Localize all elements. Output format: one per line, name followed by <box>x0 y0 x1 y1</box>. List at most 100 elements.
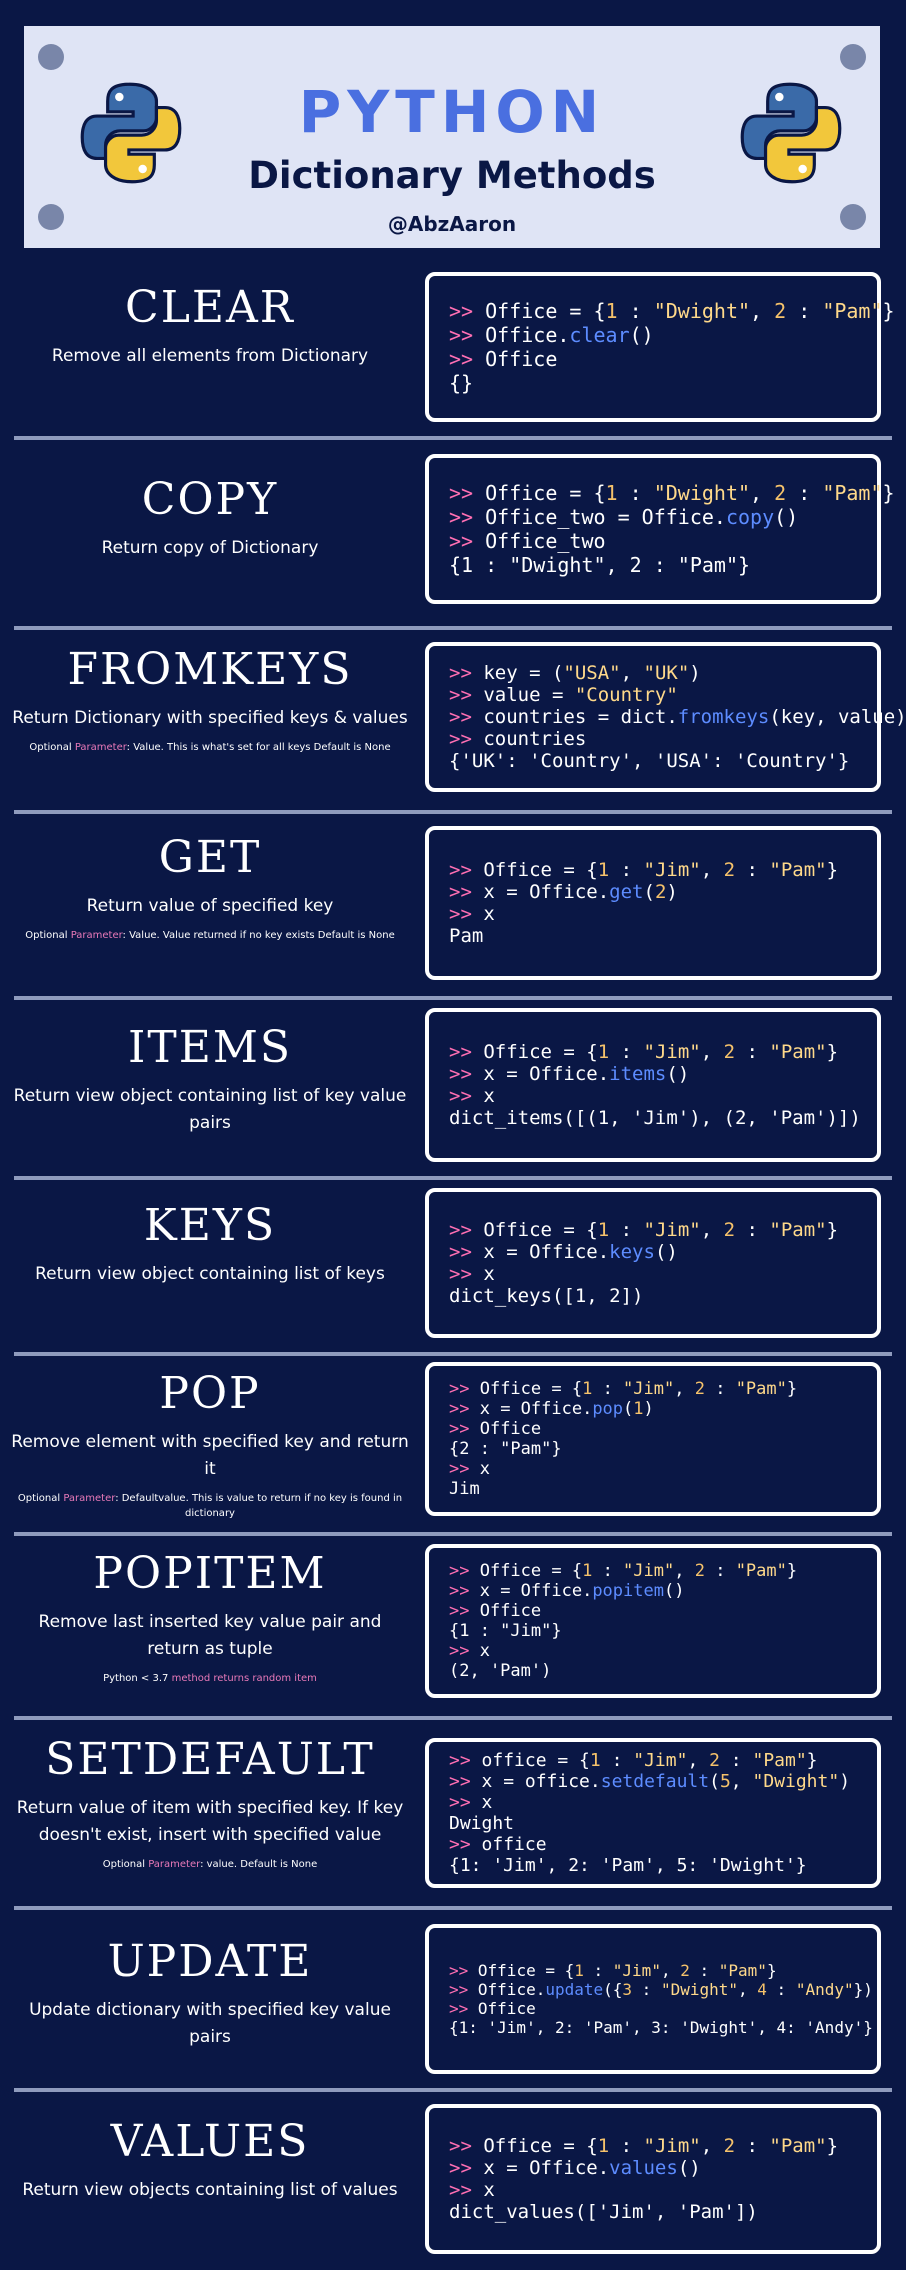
method-name: SETDEFAULT <box>45 1734 375 1785</box>
code-text: : <box>583 1961 613 1980</box>
method-name: COPY <box>141 474 279 525</box>
code-text: {2 : "Pam"} <box>449 1439 562 1459</box>
code-text: Office_two <box>485 529 606 553</box>
method-name: POPITEM <box>93 1548 327 1599</box>
code-text: : <box>704 1561 736 1581</box>
code-text: {1 : "Jim"} <box>449 1621 562 1641</box>
prompt-symbol: >> <box>449 1601 480 1621</box>
string-literal: "Jim" <box>643 859 701 881</box>
section-update: UPDATE Update dictionary with specified k… <box>0 1908 906 2086</box>
code-line: >> x = Office.items() <box>449 1063 877 1085</box>
code-line: dict_keys([1, 2]) <box>449 1285 877 1307</box>
code-example-popitem: >> Office = {1 : "Jim", 2 : "Pam"} >> x =… <box>425 1544 881 1698</box>
number-literal: 1 <box>582 1379 593 1399</box>
number-literal: 2 <box>723 2135 736 2157</box>
code-example-items: >> Office = {1 : "Jim", 2 : "Pam"} >> x =… <box>425 1008 881 1162</box>
string-literal: "Pam" <box>752 1750 807 1771</box>
code-line: >> x = office.setdefault(5, "Dwight") <box>449 1771 877 1792</box>
method-call: keys <box>609 1241 655 1263</box>
code-line: >> value = "Country" <box>449 684 877 706</box>
method-description: Remove element with specified key and re… <box>11 1432 409 1479</box>
code-text: x <box>483 903 495 925</box>
string-literal: "UK" <box>643 662 690 684</box>
code-text: } <box>766 1961 777 1980</box>
string-literal: "Jim" <box>643 1219 701 1241</box>
code-text: Pam <box>449 925 484 947</box>
code-line: {2 : "Pam"} <box>449 1439 877 1459</box>
code-text: x <box>481 1792 493 1813</box>
code-example-update: >> Office = {1 : "Jim", 2 : "Pam"} >> Off… <box>425 1924 881 2074</box>
code-text: , <box>750 299 775 323</box>
prompt-symbol: >> <box>449 2135 484 2157</box>
code-text: , <box>620 662 644 684</box>
section-divider <box>14 1176 892 1180</box>
method-description: Update dictionary with specified key val… <box>29 2000 391 2047</box>
code-text: : <box>735 2135 770 2157</box>
header-banner: PYTHON Dictionary Methods @AbzAaron <box>24 26 880 248</box>
number-literal: 2 <box>709 1750 720 1771</box>
code-text: dict_items([(1, 'Jim'), (2, 'Pam')]) <box>449 1107 861 1129</box>
method-description: Return value of specified key <box>86 896 334 916</box>
note-detail: : value. Default is None <box>200 1859 318 1870</box>
note-detail: : Value. This is what's set for all keys… <box>126 742 391 753</box>
code-text: x = Office. <box>479 1581 593 1601</box>
note-detail: : Value. Value returned if no key exists… <box>122 930 395 941</box>
section-setdefault: SETDEFAULT Return value of item with spec… <box>0 1718 906 1904</box>
code-text: (key, value) <box>769 706 906 728</box>
string-literal: "Jim" <box>612 1961 661 1980</box>
code-text: Office = { <box>483 2135 598 2157</box>
code-text: ( <box>709 1771 720 1792</box>
code-text: , <box>700 1219 724 1241</box>
method-name: VALUES <box>110 2116 310 2167</box>
code-line: >> x <box>449 903 877 925</box>
method-description: Return copy of Dictionary <box>101 538 319 558</box>
method-call: pop <box>592 1399 624 1419</box>
code-line: >> office = {1 : "Jim", 2 : "Pam"} <box>449 1750 877 1771</box>
string-literal: "Jim" <box>643 2135 701 2157</box>
section-divider <box>14 996 892 1000</box>
method-description: Remove last inserted key value pair and … <box>38 1612 382 1659</box>
number-literal: 2 <box>723 1219 736 1241</box>
optional-parameter-note: Optional Parameter: Value. This is what'… <box>10 740 410 755</box>
note-highlight: Parameter <box>148 1859 201 1870</box>
code-text: } <box>826 859 839 881</box>
code-text: () <box>663 1581 685 1601</box>
code-text: ({ <box>603 1980 623 1999</box>
code-text: Office = { <box>485 481 606 505</box>
method-description: Return value of item with specified key.… <box>16 1798 404 1845</box>
prompt-symbol: >> <box>449 728 484 750</box>
code-text: : <box>609 859 644 881</box>
section-keys: KEYS Return view object containing list o… <box>0 1178 906 1350</box>
method-description: Return Dictionary with specified keys & … <box>12 708 408 728</box>
code-line: >> Office = {1 : "Dwight", 2 : "Pam"} <box>449 299 895 323</box>
code-line: >> x <box>449 1459 877 1479</box>
code-text: ( <box>623 1399 634 1419</box>
method-description: Return view objects containing list of v… <box>22 2180 398 2200</box>
prompt-symbol: >> <box>449 1641 480 1661</box>
code-text: ) <box>666 881 678 903</box>
prompt-symbol: >> <box>449 684 484 706</box>
code-text: x <box>479 1459 490 1479</box>
code-line: (2, 'Pam') <box>449 1661 877 1681</box>
code-text: : <box>632 1980 661 1999</box>
code-text: : <box>609 1219 644 1241</box>
code-text: Office <box>479 1601 542 1621</box>
prompt-symbol: >> <box>449 881 484 903</box>
code-text: Office = { <box>479 1561 583 1581</box>
code-line: >> x <box>449 1085 877 1107</box>
prompt-symbol: >> <box>449 1379 480 1399</box>
string-literal: "Pam" <box>769 2135 827 2157</box>
code-text: Office = { <box>485 299 606 323</box>
code-line: dict_values(['Jim', 'Pam']) <box>449 2201 877 2223</box>
prompt-symbol: >> <box>449 1419 480 1439</box>
code-text: Dwight <box>449 1813 515 1834</box>
optional-parameter-note: Python < 3.7 method returns random item <box>10 1671 410 1686</box>
code-example-clear: >> Office = {1 : "Dwight", 2 : "Pam"} >> … <box>425 272 895 422</box>
prompt-symbol: >> <box>449 859 484 881</box>
code-text: x <box>479 1641 490 1661</box>
section-divider <box>14 1352 892 1356</box>
page-subtitle: Dictionary Methods <box>248 154 656 197</box>
code-text: } <box>806 1750 818 1771</box>
code-example-copy: >> Office = {1 : "Dwight", 2 : "Pam"} >> … <box>425 454 895 604</box>
number-literal: 1 <box>574 1961 584 1980</box>
